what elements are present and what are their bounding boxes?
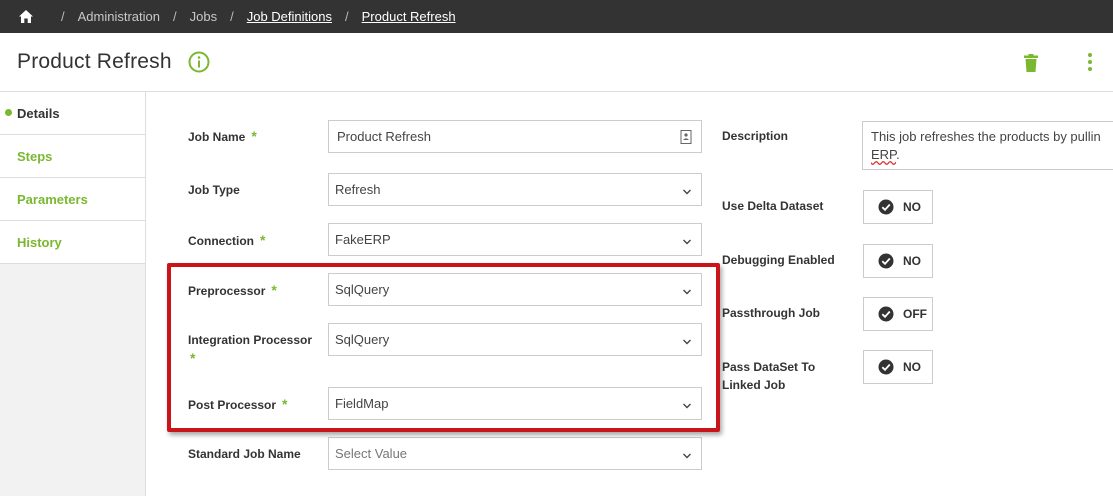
- chevron-down-icon: [682, 235, 692, 245]
- sidebar-item-parameters[interactable]: Parameters: [0, 178, 145, 221]
- sidebar-item-history[interactable]: History: [0, 221, 145, 264]
- sidebar: Details Steps Parameters History: [0, 92, 146, 496]
- required-marker: *: [260, 232, 266, 248]
- toggle-value: OFF: [903, 307, 927, 321]
- required-marker: *: [282, 396, 288, 412]
- info-icon[interactable]: [188, 51, 210, 73]
- chevron-down-icon: [682, 185, 692, 195]
- chevron-down-icon: [682, 399, 692, 409]
- sidebar-item-label: History: [17, 234, 62, 250]
- preprocessor-select[interactable]: SqlQuery: [328, 273, 702, 306]
- breadcrumb-jobs[interactable]: Jobs: [190, 9, 217, 24]
- required-marker: *: [271, 282, 277, 298]
- sidebar-item-details[interactable]: Details: [0, 92, 145, 135]
- job-name-label: Job Name *: [188, 128, 257, 144]
- breadcrumb-separator: /: [230, 9, 234, 24]
- job-type-value: Refresh: [335, 182, 381, 197]
- job-type-label: Job Type: [188, 183, 240, 197]
- breadcrumb-separator: /: [173, 9, 177, 24]
- pass-dataset-label: Pass DataSet To Linked Job: [722, 360, 816, 392]
- breadcrumb: / Administration / Jobs / Job Definition…: [0, 0, 1113, 33]
- description-text-rest: .: [896, 147, 900, 162]
- description-label: Description: [722, 129, 789, 143]
- passthrough-job-label: Passthrough Job: [722, 306, 821, 320]
- job-name-input[interactable]: Product Refresh: [328, 120, 702, 153]
- check-circle-icon: [878, 359, 894, 375]
- connection-label: Connection *: [188, 232, 266, 248]
- required-marker: *: [190, 350, 196, 366]
- use-delta-dataset-toggle[interactable]: NO: [863, 190, 933, 224]
- connection-select[interactable]: FakeERP: [328, 223, 702, 256]
- job-name-value: Product Refresh: [337, 129, 431, 144]
- breadcrumb-job-definitions[interactable]: Job Definitions: [247, 9, 332, 24]
- required-marker: *: [251, 128, 257, 144]
- integration-processor-value: SqlQuery: [335, 332, 390, 347]
- page-header: Product Refresh: [0, 33, 1113, 92]
- breadcrumb-separator: /: [61, 9, 65, 24]
- pass-dataset-toggle[interactable]: NO: [863, 350, 933, 384]
- sidebar-item-label: Details: [17, 105, 60, 121]
- address-book-icon[interactable]: [680, 130, 692, 144]
- kebab-icon[interactable]: [1082, 51, 1098, 73]
- toggle-value: NO: [903, 360, 921, 374]
- post-processor-label: Post Processor *: [188, 396, 288, 412]
- trash-icon[interactable]: [1021, 53, 1041, 73]
- passthrough-job-toggle[interactable]: OFF: [863, 297, 933, 331]
- page-title: Product Refresh: [17, 50, 172, 73]
- breadcrumb-administration[interactable]: Administration: [78, 9, 160, 24]
- job-type-select[interactable]: Refresh: [328, 173, 702, 206]
- description-text-line1: This job refreshes the products by pulli…: [871, 129, 1101, 144]
- preprocessor-label: Preprocessor *: [188, 282, 277, 298]
- sidebar-item-label: Steps: [17, 148, 53, 164]
- use-delta-dataset-label: Use Delta Dataset: [722, 199, 824, 213]
- preprocessor-value: SqlQuery: [335, 282, 390, 297]
- sidebar-item-label: Parameters: [17, 191, 88, 207]
- check-circle-icon: [878, 199, 894, 215]
- post-processor-select[interactable]: FieldMap: [328, 387, 702, 420]
- debugging-enabled-toggle[interactable]: NO: [863, 244, 933, 278]
- post-processor-value: FieldMap: [335, 396, 389, 411]
- chevron-down-icon: [682, 285, 692, 295]
- breadcrumb-product-refresh[interactable]: Product Refresh: [362, 9, 456, 24]
- description-text-wavy: ERP: [871, 147, 897, 162]
- integration-processor-select[interactable]: SqlQuery: [328, 323, 702, 356]
- connection-value: FakeERP: [335, 232, 391, 247]
- active-indicator-dot: [5, 109, 12, 116]
- sidebar-item-steps[interactable]: Steps: [0, 135, 145, 178]
- check-circle-icon: [878, 253, 894, 269]
- chevron-down-icon: [682, 449, 692, 459]
- description-textarea[interactable]: This job refreshes the products by pulli…: [862, 121, 1113, 170]
- home-icon[interactable]: [18, 9, 34, 25]
- standard-job-name-select[interactable]: Select Value: [328, 437, 702, 470]
- standard-job-name-placeholder: Select Value: [335, 446, 408, 461]
- check-circle-icon: [878, 306, 894, 322]
- chevron-down-icon: [682, 335, 692, 345]
- standard-job-name-label: Standard Job Name: [188, 447, 301, 461]
- breadcrumb-separator: /: [345, 9, 349, 24]
- toggle-value: NO: [903, 200, 921, 214]
- integration-processor-label: Integration Processor *: [188, 333, 313, 366]
- debugging-enabled-label: Debugging Enabled: [722, 253, 835, 267]
- toggle-value: NO: [903, 254, 921, 268]
